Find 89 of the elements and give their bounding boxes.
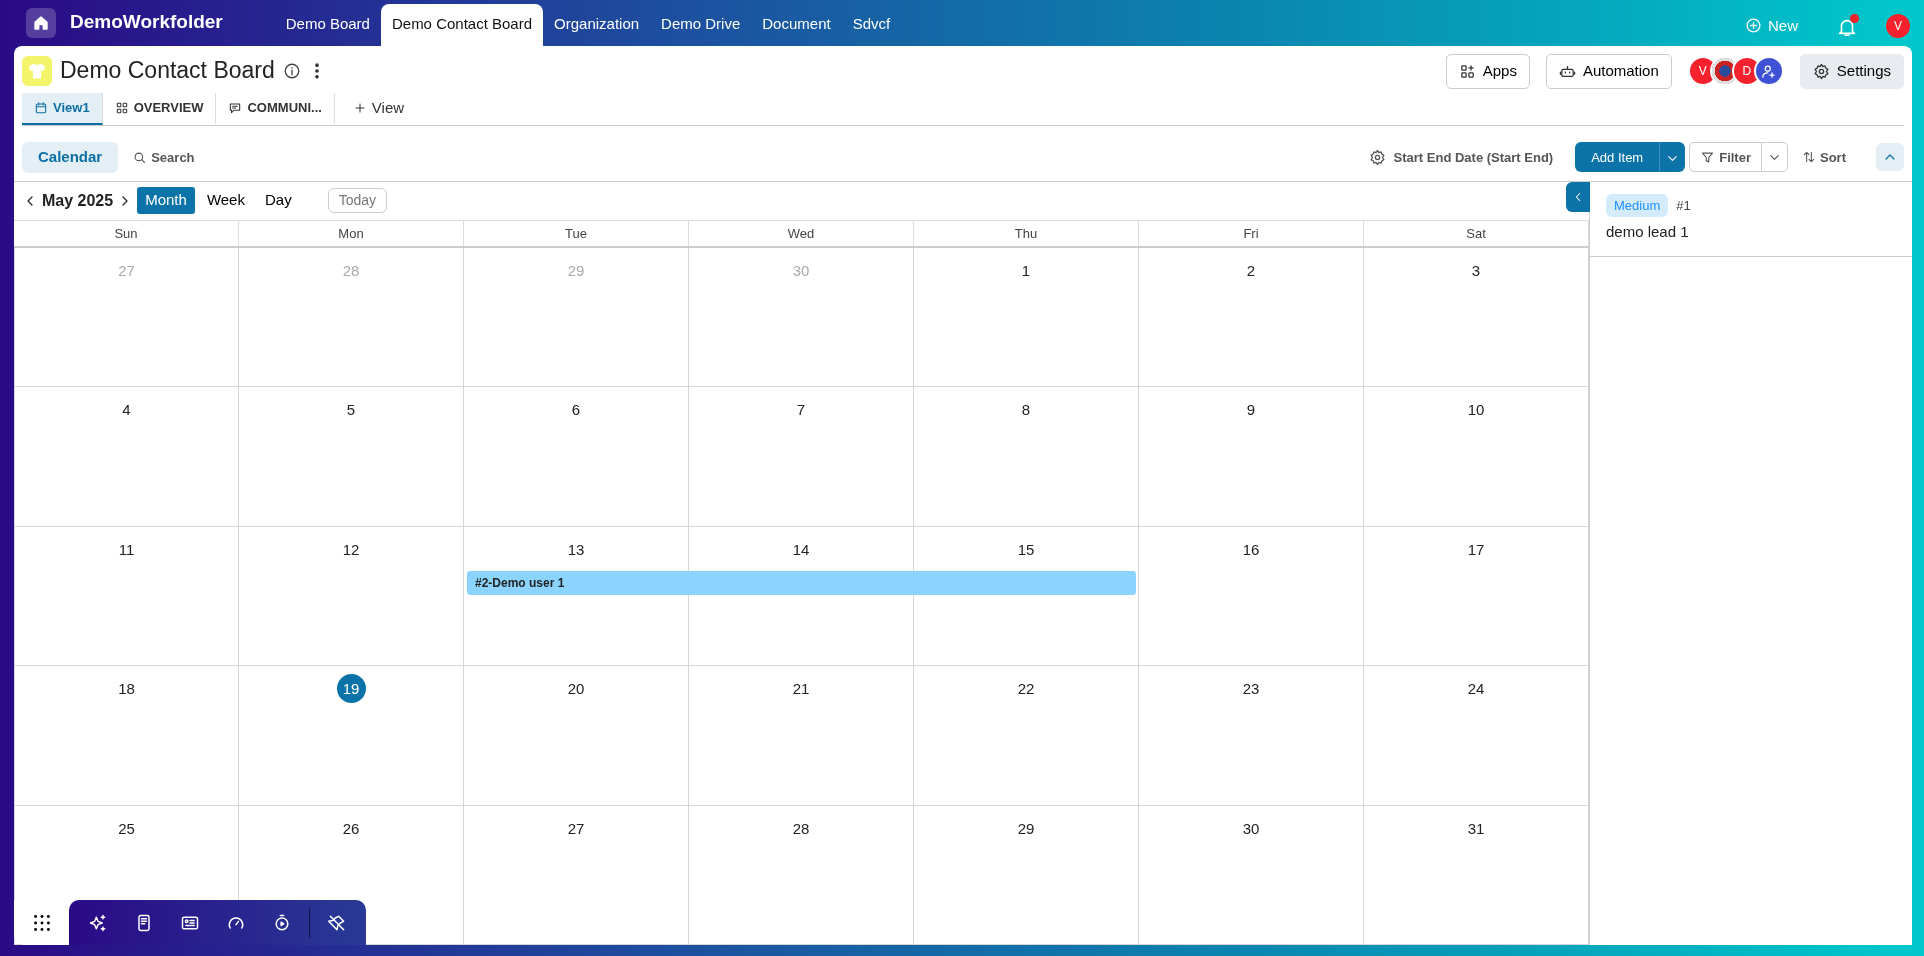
item-card[interactable]: Medium #1 demo lead 1 <box>1590 181 1912 257</box>
board-tab[interactable]: Organization <box>543 3 651 46</box>
calendar-icon <box>34 100 48 115</box>
board-tab[interactable]: Sdvcf <box>841 3 902 46</box>
weekday-header: Mon <box>239 220 464 246</box>
weekday-header: Thu <box>914 220 1139 246</box>
priority-tag: Medium <box>1606 193 1669 217</box>
day-number[interactable]: 28 <box>786 813 816 843</box>
day-number[interactable]: 30 <box>1236 813 1266 843</box>
view-tab[interactable]: OVERVIEW <box>102 92 217 125</box>
view-mode-tab[interactable]: Month <box>137 187 195 214</box>
day-number[interactable]: 27 <box>561 813 591 843</box>
day-number[interactable]: 26 <box>336 813 366 843</box>
add-view-button[interactable]: View <box>342 92 415 125</box>
app-title: DemoWorkfolder <box>70 9 223 34</box>
day-number[interactable]: 11 <box>112 534 141 564</box>
apps-launcher-button[interactable] <box>14 900 69 945</box>
day-number[interactable]: 17 <box>1461 534 1491 564</box>
day-number[interactable]: 31 <box>1461 813 1491 843</box>
filter-button[interactable]: Filter <box>1689 142 1762 173</box>
settings-button[interactable]: Settings <box>1799 54 1904 89</box>
today-button[interactable]: Today <box>327 188 387 213</box>
day-number[interactable]: 3 <box>1461 256 1491 285</box>
weekday-header: Sat <box>1364 220 1589 246</box>
apps-button[interactable]: Apps <box>1445 54 1530 89</box>
home-icon <box>32 14 50 32</box>
day-number[interactable]: 20 <box>561 674 591 704</box>
weekday-header: Sun <box>14 220 239 246</box>
board-tab[interactable]: Document <box>751 3 842 46</box>
day-number[interactable]: 24 <box>1461 674 1491 704</box>
day-number[interactable]: 4 <box>112 395 141 425</box>
day-number[interactable]: 21 <box>786 674 816 704</box>
notification-button[interactable] <box>1836 15 1858 38</box>
day-number[interactable]: 23 <box>1236 674 1266 704</box>
automation-button[interactable]: Automation <box>1545 54 1672 89</box>
user-avatar[interactable]: V <box>1886 14 1910 38</box>
collapse-panel-button[interactable] <box>1566 181 1590 212</box>
calendar-view-button[interactable]: Calendar <box>22 142 119 173</box>
day-number[interactable]: 9 <box>1236 395 1266 425</box>
board-title: Demo Contact Board <box>60 57 275 86</box>
today-date[interactable]: 19 <box>336 674 366 704</box>
weekday-header: Fri <box>1139 220 1364 246</box>
item-number: #1 <box>1676 196 1691 215</box>
home-button[interactable] <box>26 8 56 38</box>
board-tab[interactable]: Demo Contact Board <box>380 3 544 46</box>
plus-circle-icon <box>1745 17 1762 35</box>
day-number[interactable]: 8 <box>1011 395 1041 425</box>
filter-icon <box>1700 149 1716 165</box>
settings-icon <box>1368 148 1386 166</box>
date-field-button[interactable]: Start End Date (Start End) <box>1362 146 1560 168</box>
weekday-header: Wed <box>689 220 914 246</box>
search-button[interactable]: Search <box>126 146 201 168</box>
stopwatch-icon <box>272 912 292 933</box>
view-tab[interactable]: View1 <box>22 92 103 125</box>
settings-icon <box>1812 62 1830 80</box>
day-number[interactable]: 1 <box>1011 256 1041 285</box>
grid-icon <box>114 100 129 115</box>
day-number[interactable]: 5 <box>336 395 366 425</box>
view-mode-tab[interactable]: Day <box>256 187 300 214</box>
info-icon[interactable] <box>282 62 301 81</box>
day-number[interactable]: 2 <box>1236 256 1266 285</box>
apps-icon <box>1458 62 1476 80</box>
weekday-header: Tue <box>464 220 689 246</box>
day-number[interactable]: 16 <box>1236 534 1266 564</box>
view-tab[interactable]: COMMUNI... <box>216 92 335 125</box>
day-number[interactable]: 7 <box>786 395 816 425</box>
view-mode-tab[interactable]: Week <box>198 187 253 214</box>
day-number[interactable]: 29 <box>1011 813 1041 843</box>
sort-icon <box>1802 150 1816 165</box>
month-label: May 2025 <box>42 190 114 211</box>
day-number[interactable]: 18 <box>112 674 141 704</box>
board-tab[interactable]: Demo Board <box>274 3 381 46</box>
chat-icon <box>228 100 243 115</box>
day-number[interactable]: 22 <box>1011 674 1041 704</box>
day-number[interactable]: 25 <box>112 813 141 843</box>
add-item-dropdown[interactable] <box>1659 142 1686 173</box>
item-title: demo lead 1 <box>1606 222 1690 242</box>
day-number[interactable]: 14 <box>786 534 816 564</box>
plus-icon <box>352 100 367 115</box>
day-number[interactable]: 12 <box>336 534 366 564</box>
add-item-button[interactable]: Add Item <box>1575 142 1660 173</box>
board-tab[interactable]: Demo Drive <box>650 3 752 46</box>
sort-button[interactable]: Sort <box>1796 146 1852 168</box>
day-number[interactable]: 15 <box>1011 534 1041 564</box>
day-number[interactable]: 13 <box>561 534 591 564</box>
day-number[interactable]: 6 <box>561 395 591 425</box>
day-number[interactable]: 10 <box>1461 395 1491 425</box>
event-bar[interactable]: #2-Demo user 1 <box>467 570 1136 595</box>
sparkle-icon <box>88 912 108 933</box>
